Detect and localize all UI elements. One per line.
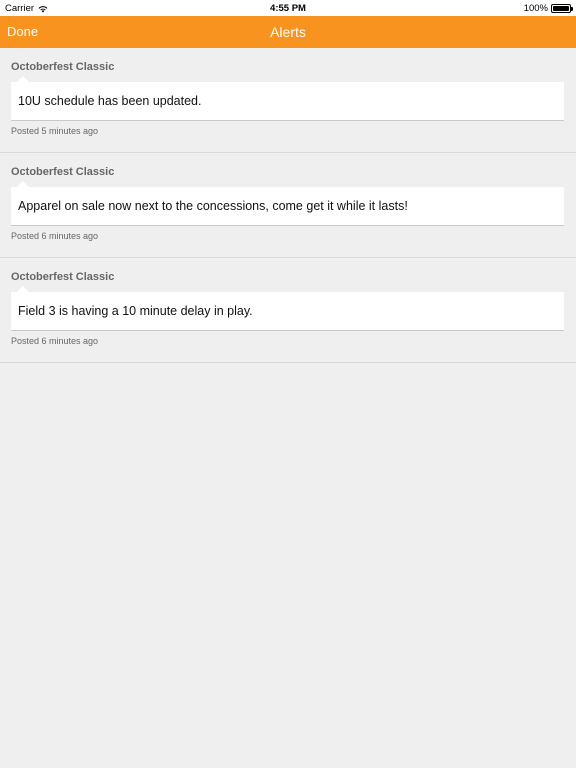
alert-message: 10U schedule has been updated. bbox=[18, 94, 202, 108]
battery-percentage: 100% bbox=[523, 3, 548, 14]
alert-message-bubble: Apparel on sale now next to the concessi… bbox=[11, 181, 564, 226]
clock: 4:55 PM bbox=[270, 3, 306, 14]
alert-event-name: Octoberfest Classic bbox=[11, 166, 115, 178]
alert-message: Field 3 is having a 10 minute delay in p… bbox=[18, 304, 253, 318]
alert-item[interactable]: Octoberfest Classic Apparel on sale now … bbox=[0, 153, 576, 258]
alert-item[interactable]: Octoberfest Classic 10U schedule has bee… bbox=[0, 48, 576, 153]
alert-timestamp: Posted 6 minutes ago bbox=[11, 336, 99, 346]
alert-timestamp: Posted 5 minutes ago bbox=[11, 126, 99, 136]
alert-message-bubble: Field 3 is having a 10 minute delay in p… bbox=[11, 286, 564, 331]
battery-indicator: 100% bbox=[523, 3, 573, 14]
page-title: Alerts bbox=[270, 24, 306, 40]
alert-item[interactable]: Octoberfest Classic Field 3 is having a … bbox=[0, 258, 576, 363]
alert-timestamp: Posted 6 minutes ago bbox=[11, 231, 99, 241]
alert-message-bubble: 10U schedule has been updated. bbox=[11, 76, 564, 121]
alert-message: Apparel on sale now next to the concessi… bbox=[18, 199, 408, 213]
alerts-list: Octoberfest Classic 10U schedule has bee… bbox=[0, 48, 576, 363]
navigation-bar: Done Alerts bbox=[0, 16, 576, 48]
status-bar: Carrier 4:55 PM 100% bbox=[0, 0, 576, 16]
battery-icon bbox=[551, 4, 573, 13]
alert-event-name: Octoberfest Classic bbox=[11, 271, 115, 283]
alert-event-name: Octoberfest Classic bbox=[11, 61, 115, 73]
